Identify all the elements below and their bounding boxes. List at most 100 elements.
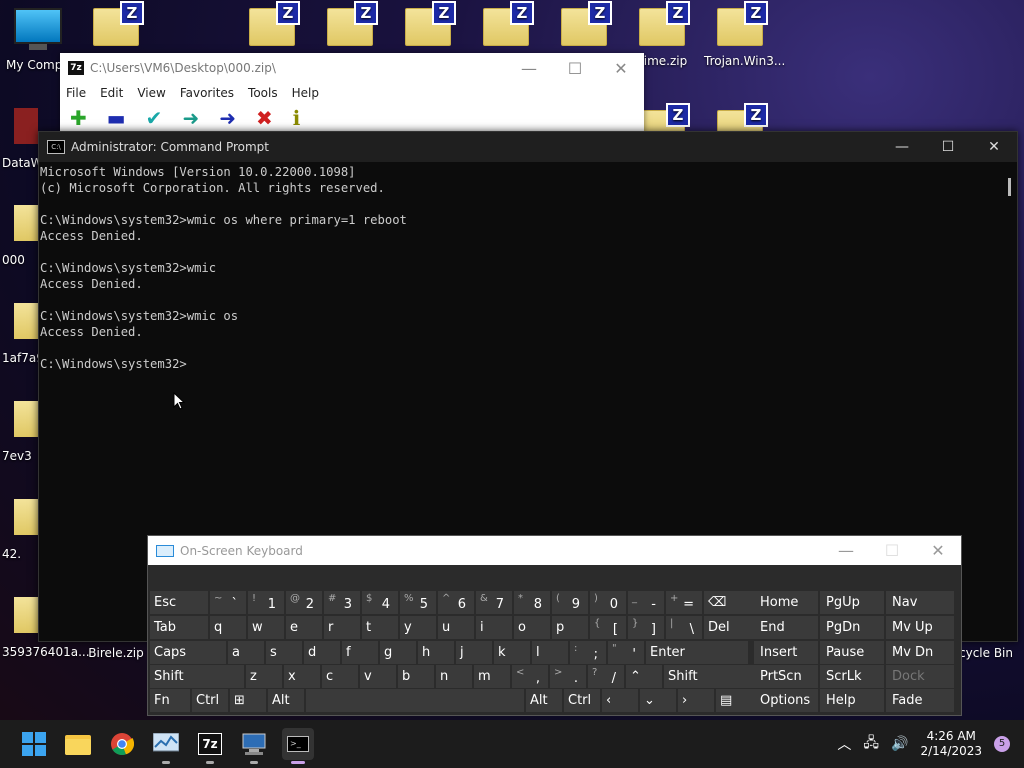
desktop-icon-zip[interactable]: Z	[470, 1, 542, 54]
key-help[interactable]: Help	[820, 689, 884, 712]
taskbar-chrome[interactable]	[106, 728, 138, 760]
key-pgdn[interactable]: PgDn	[820, 616, 884, 639]
notification-badge[interactable]: 5	[994, 736, 1010, 752]
key-5[interactable]: % 5	[400, 591, 436, 614]
add-icon[interactable]: ✚	[70, 106, 87, 130]
key-options[interactable]: Options	[754, 689, 818, 712]
key-.[interactable]: >.	[550, 665, 586, 688]
key-3[interactable]: #3	[324, 591, 360, 614]
key-`[interactable]: ~ `	[210, 591, 246, 614]
menu-file[interactable]: File	[66, 86, 86, 100]
key-Esc[interactable]: Esc	[150, 591, 208, 614]
cmd-console-output[interactable]: Microsoft Windows [Version 10.0.22000.10…	[39, 162, 1017, 372]
desktop-icon-zip[interactable]: Z	[314, 1, 386, 54]
volume-icon[interactable]: 🔊	[891, 736, 908, 752]
desktop-icon-zip[interactable]: Z	[236, 1, 308, 54]
key-scrlk[interactable]: ScrLk	[820, 665, 884, 688]
key-Fn[interactable]: Fn	[150, 689, 190, 712]
menu-help[interactable]: Help	[292, 86, 319, 100]
key-end[interactable]: End	[754, 616, 818, 639]
key-f[interactable]: f	[342, 641, 378, 664]
key-=[interactable]: + =	[666, 591, 702, 614]
key-,[interactable]: <,	[512, 665, 548, 688]
key-z[interactable]: z	[246, 665, 282, 688]
key-m[interactable]: m	[474, 665, 510, 688]
key-⌄[interactable]: ⌄	[640, 689, 676, 712]
key-b[interactable]: b	[398, 665, 434, 688]
key-4[interactable]: $4	[362, 591, 398, 614]
minimize-button[interactable]: —	[506, 59, 552, 78]
key-pgup[interactable]: PgUp	[820, 591, 884, 614]
menu-tools[interactable]: Tools	[248, 86, 278, 100]
desktop-icon-zip[interactable]: Z	[548, 1, 620, 54]
osk-titlebar[interactable]: On-Screen Keyboard — ☐ ✕	[148, 536, 961, 565]
key-2[interactable]: @2	[286, 591, 322, 614]
key-insert[interactable]: Insert	[754, 641, 818, 664]
key-u[interactable]: u	[438, 616, 474, 639]
key-r[interactable]: r	[324, 616, 360, 639]
key--[interactable]: _ -	[628, 591, 664, 614]
key-space[interactable]	[306, 689, 524, 712]
taskbar-command-prompt[interactable]: >_	[282, 728, 314, 764]
key-‹[interactable]: ‹	[602, 689, 638, 712]
chevron-up-icon[interactable]: ︿	[837, 734, 851, 754]
key-d[interactable]: d	[304, 641, 340, 664]
key-Alt[interactable]: Alt	[268, 689, 304, 712]
test-icon[interactable]: ✔	[146, 106, 163, 130]
close-button[interactable]: ✕	[598, 59, 644, 78]
key-Caps[interactable]: Caps	[150, 641, 226, 664]
minimize-button[interactable]: —	[879, 139, 925, 155]
key-Ctrl[interactable]: Ctrl	[564, 689, 600, 712]
key-g[interactable]: g	[380, 641, 416, 664]
cmd-titlebar[interactable]: C:\ Administrator: Command Prompt — ☐ ✕	[39, 132, 1017, 162]
key-mv-dn[interactable]: Mv Dn	[886, 641, 954, 664]
key-y[interactable]: y	[400, 616, 436, 639]
menu-favorites[interactable]: Favorites	[180, 86, 234, 100]
key-t[interactable]: t	[362, 616, 398, 639]
desktop-icon-zip[interactable]: Z	[80, 1, 152, 54]
key-;[interactable]: :;	[570, 641, 606, 664]
taskbar-7zip[interactable]: 7z	[194, 728, 226, 764]
key-w[interactable]: w	[248, 616, 284, 639]
key-⌃[interactable]: ⌃	[626, 665, 662, 688]
key-fade[interactable]: Fade	[886, 689, 954, 712]
key-7[interactable]: & 7	[476, 591, 512, 614]
key-x[interactable]: x	[284, 665, 320, 688]
copy-icon[interactable]: ➜	[182, 106, 199, 130]
key-k[interactable]: k	[494, 641, 530, 664]
key-Ctrl[interactable]: Ctrl	[192, 689, 228, 712]
scrollbar-thumb[interactable]	[1008, 178, 1011, 196]
menu-edit[interactable]: Edit	[100, 86, 123, 100]
desktop-icon-zip[interactable]: Z	[392, 1, 464, 54]
move-icon[interactable]: ➜	[219, 106, 236, 130]
minimize-button[interactable]: —	[823, 541, 869, 560]
key-/[interactable]: ? /	[588, 665, 624, 688]
key-Enter[interactable]: Enter	[646, 641, 748, 664]
key-p[interactable]: p	[552, 616, 588, 639]
key-Shift[interactable]: Shift	[150, 665, 244, 688]
key-›[interactable]: ›	[678, 689, 714, 712]
key-⊞[interactable]: ⊞	[230, 689, 266, 712]
delete-icon[interactable]: ✖	[256, 106, 273, 130]
key-prtscn[interactable]: PrtScn	[754, 665, 818, 688]
key-a[interactable]: a	[228, 641, 264, 664]
key-1[interactable]: ! 1	[248, 591, 284, 614]
key-h[interactable]: h	[418, 641, 454, 664]
key-e[interactable]: e	[286, 616, 322, 639]
7zip-titlebar[interactable]: 7z C:\Users\VM6\Desktop\000.zip\ — ☐ ✕	[60, 53, 644, 83]
key-8[interactable]: * 8	[514, 591, 550, 614]
network-icon[interactable]: 🖧	[863, 732, 879, 756]
key-c[interactable]: c	[322, 665, 358, 688]
key-\[interactable]: | \	[666, 616, 702, 639]
key-6[interactable]: ^ 6	[438, 591, 474, 614]
key-9[interactable]: (9	[552, 591, 588, 614]
key-Alt[interactable]: Alt	[526, 689, 562, 712]
close-button[interactable]: ✕	[971, 139, 1017, 155]
key-dock[interactable]: Dock	[886, 665, 954, 688]
desktop-icon-birele[interactable]: Birele.zip	[80, 646, 152, 660]
key-][interactable]: }]	[628, 616, 664, 639]
key-Tab[interactable]: Tab	[150, 616, 208, 639]
extract-icon[interactable]: ▬	[107, 106, 126, 130]
taskbar-file-explorer[interactable]	[62, 728, 94, 760]
close-button[interactable]: ✕	[915, 541, 961, 560]
